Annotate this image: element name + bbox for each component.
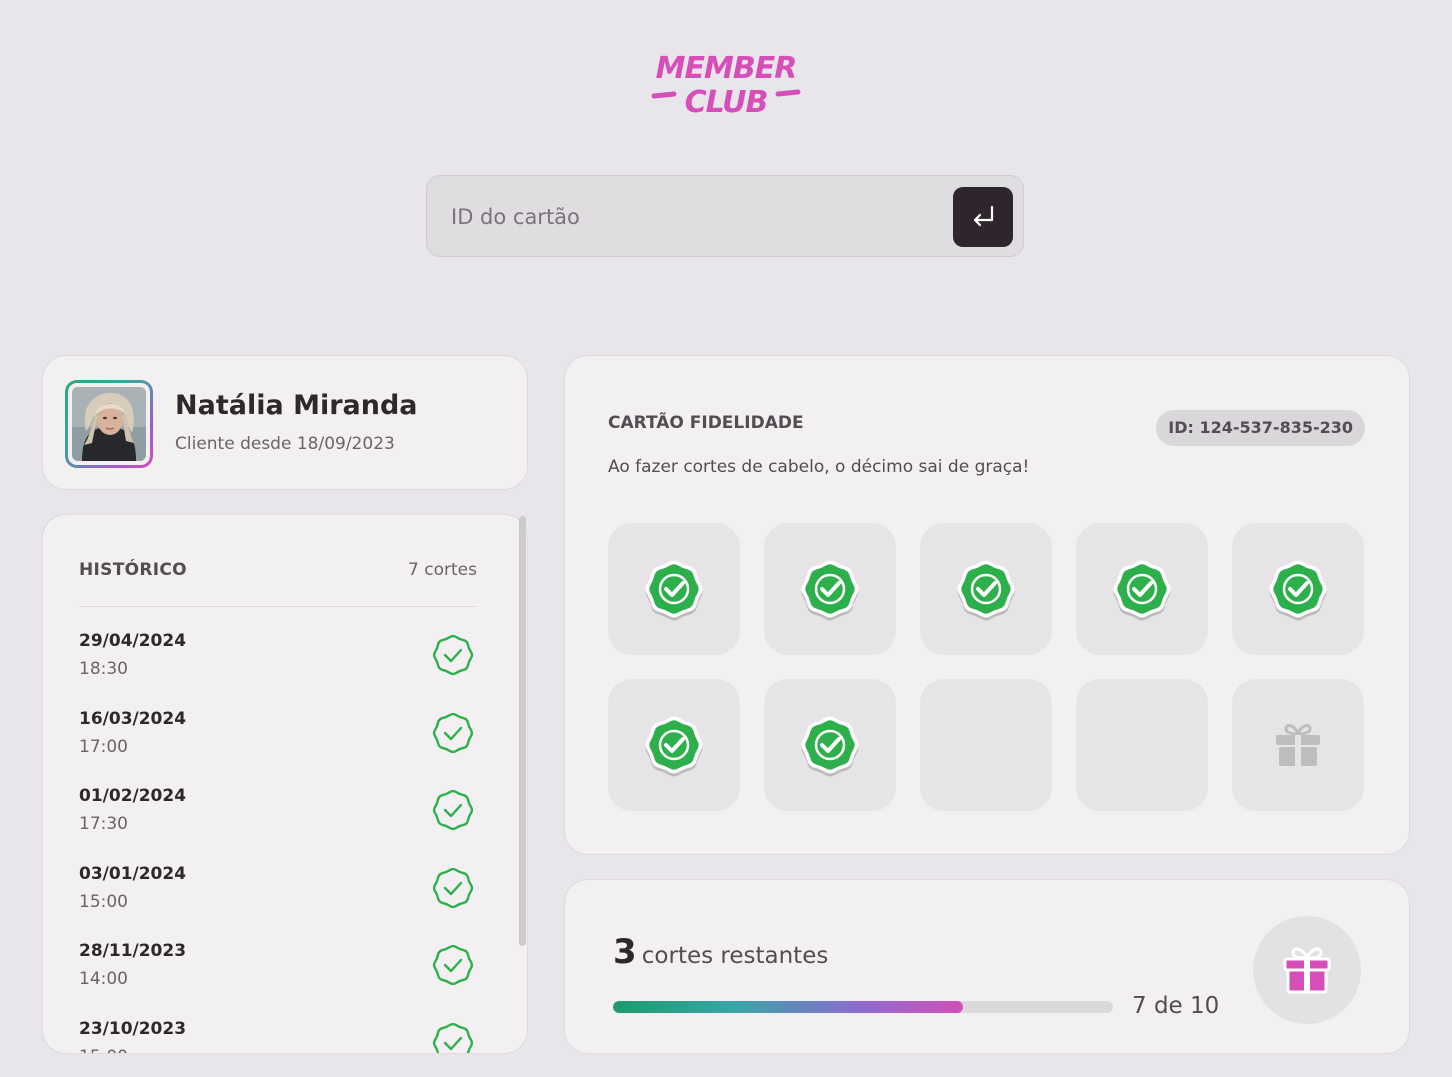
history-item: 01/02/2024 17:30 bbox=[79, 782, 477, 860]
stamp-check-icon bbox=[801, 716, 859, 777]
history-date: 23/10/2023 bbox=[79, 1018, 187, 1039]
history-title: HISTÓRICO bbox=[79, 560, 187, 580]
loyalty-description: Ao fazer cortes de cabelo, o décimo sai … bbox=[608, 457, 1030, 477]
svg-text:CLUB: CLUB bbox=[685, 85, 768, 120]
verified-check-icon bbox=[432, 634, 474, 676]
card-id-input[interactable] bbox=[449, 196, 933, 238]
history-item: 23/10/2023 15:00 bbox=[79, 1015, 477, 1054]
member-club-logo: MEMBER CLUB bbox=[648, 50, 804, 120]
history-item: 28/11/2023 14:00 bbox=[79, 937, 477, 1015]
stamp-filled bbox=[920, 523, 1052, 655]
stamp-filled bbox=[608, 679, 740, 811]
enter-icon bbox=[973, 205, 994, 227]
remaining-number: 3 bbox=[613, 932, 637, 972]
history-time: 15:00 bbox=[79, 891, 128, 912]
stamp-check-icon bbox=[1113, 560, 1171, 621]
stamp-filled bbox=[608, 523, 740, 655]
progress-bar bbox=[613, 1001, 1113, 1013]
verified-check-icon bbox=[432, 712, 474, 753]
svg-text:MEMBER: MEMBER bbox=[656, 51, 797, 86]
progress-bar-fill bbox=[613, 1001, 963, 1013]
verified-check-icon bbox=[432, 867, 474, 908]
history-time: 18:30 bbox=[79, 659, 128, 679]
verified-check-icon bbox=[432, 789, 474, 831]
stamp-filled bbox=[1232, 523, 1364, 655]
history-item: 29/04/2024 18:30 bbox=[79, 627, 477, 705]
gift-icon bbox=[1283, 947, 1331, 994]
history-date: 29/04/2024 bbox=[79, 631, 187, 651]
remaining-cuts: 3 cortes restantes bbox=[613, 932, 828, 972]
card-id-badge: ID: 124-537-835-230 bbox=[1156, 410, 1365, 446]
history-item: 16/03/2024 17:00 bbox=[79, 705, 477, 783]
history-date: 28/11/2023 bbox=[79, 941, 187, 961]
history-list: 29/04/2024 18:30 16/03/2024 17:00 01/02/2024… bbox=[79, 627, 477, 1054]
verified-check-icon bbox=[432, 944, 474, 986]
divider bbox=[79, 606, 477, 607]
history-item: 03/01/2024 15:00 bbox=[79, 860, 477, 938]
history-time: 17:00 bbox=[79, 736, 128, 757]
gift-icon bbox=[1276, 724, 1320, 766]
history-count: 7 cortes bbox=[408, 560, 477, 580]
client-name: Natália Miranda bbox=[175, 390, 418, 421]
stamp-check-icon bbox=[1269, 560, 1327, 621]
loyalty-card: CARTÃO FIDELIDADE ID: 124-537-835-230 Ao… bbox=[564, 355, 1410, 855]
history-date: 16/03/2024 bbox=[79, 708, 187, 729]
reward-badge bbox=[1253, 916, 1361, 1024]
stamp-filled bbox=[764, 679, 896, 811]
avatar-photo bbox=[72, 387, 146, 461]
stamp-empty bbox=[920, 679, 1052, 811]
stamp-reward bbox=[1232, 679, 1364, 811]
avatar bbox=[65, 380, 153, 468]
progress-text: 7 de 10 bbox=[1132, 993, 1220, 1019]
submit-button[interactable] bbox=[953, 187, 1013, 247]
client-since: Cliente desde 18/09/2023 bbox=[175, 434, 395, 454]
history-card: HISTÓRICO 7 cortes 29/04/2024 18:30 16/03/… bbox=[42, 514, 528, 1054]
card-id-search bbox=[426, 175, 1024, 257]
stamp-check-icon bbox=[801, 560, 859, 621]
profile-card: Natália Miranda Cliente desde 18/09/2023 bbox=[42, 355, 528, 490]
history-time: 15:00 bbox=[79, 1047, 128, 1054]
progress-card: 3 cortes restantes 7 de 10 bbox=[564, 879, 1410, 1054]
history-scrollbar[interactable] bbox=[519, 516, 526, 946]
history-time: 17:30 bbox=[79, 814, 128, 834]
loyalty-title: CARTÃO FIDELIDADE bbox=[608, 413, 804, 433]
history-date: 01/02/2024 bbox=[79, 786, 187, 806]
history-date: 03/01/2024 bbox=[79, 863, 187, 884]
remaining-label: cortes restantes bbox=[641, 943, 829, 969]
history-time: 14:00 bbox=[79, 969, 128, 989]
stamp-check-icon bbox=[645, 560, 703, 621]
stamp-check-icon bbox=[957, 560, 1015, 621]
stamp-empty bbox=[1076, 679, 1208, 811]
verified-check-icon bbox=[432, 1022, 474, 1053]
stamp-filled bbox=[764, 523, 896, 655]
stamp-filled bbox=[1076, 523, 1208, 655]
stamp-check-icon bbox=[645, 716, 703, 777]
